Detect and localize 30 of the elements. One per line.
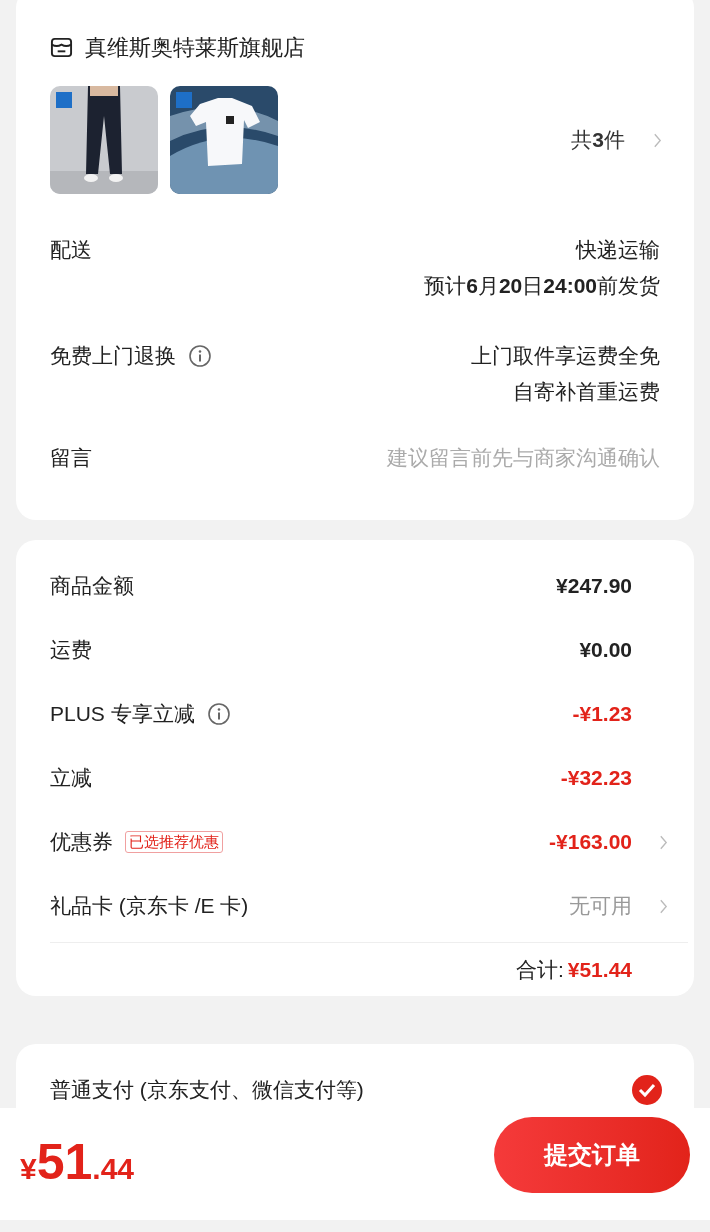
amount: ¥0.00 xyxy=(579,637,632,664)
row-label: 留言 xyxy=(50,445,92,472)
row-label: 商品金额 xyxy=(50,573,134,600)
amount: -¥1.23 xyxy=(572,701,632,728)
row-label: PLUS 专享立减 xyxy=(50,701,195,728)
row-label: 礼品卡 (京东卡 /E 卡) xyxy=(50,893,249,920)
row-label: 立减 xyxy=(50,765,92,792)
store-name[interactable]: 真维斯奥特莱斯旗舰店 xyxy=(85,30,305,64)
radio-icon[interactable] xyxy=(632,1075,662,1105)
message-field[interactable]: 建议留言前先与商家沟通确认 xyxy=(300,440,660,476)
chevron-icon xyxy=(653,131,662,149)
submit-order-button[interactable]: 提交订单 xyxy=(494,1117,690,1193)
store-icon xyxy=(50,35,73,59)
row-value: 自寄补首重运费 xyxy=(513,379,660,405)
row-label: 运费 xyxy=(50,637,92,664)
row-label: 免费上门退换 xyxy=(50,343,176,370)
total-price: ¥51.44 xyxy=(20,1137,135,1191)
amount: ¥247.90 xyxy=(556,573,632,600)
total-label: 合计: xyxy=(515,956,564,983)
amount: -¥32.23 xyxy=(560,765,632,792)
item-count[interactable]: 共3件 xyxy=(571,124,625,156)
payment-option[interactable]: 普通支付 (京东支付、微信支付等) xyxy=(50,1074,364,1106)
amount[interactable]: -¥163.00 xyxy=(549,826,632,858)
row-value: 快递运输 xyxy=(576,237,660,263)
row-label: 配送 xyxy=(50,237,92,264)
coupon-tag: 已选推荐优惠 xyxy=(125,831,223,853)
total-amount: ¥51.44 xyxy=(567,956,632,983)
row-value: 预计6月20日24:00前发货 xyxy=(424,273,660,299)
row-value: 上门取件享运费全免 xyxy=(471,343,660,369)
row-label: 优惠券 xyxy=(50,829,113,856)
